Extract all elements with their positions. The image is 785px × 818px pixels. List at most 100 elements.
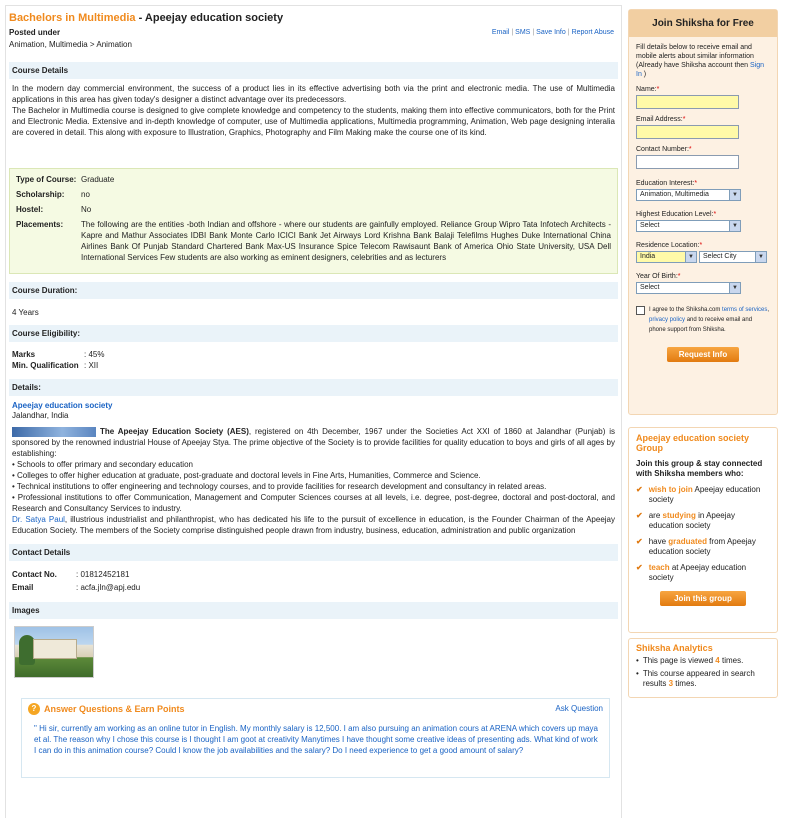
search-appearances-stat: • This course appeared in search results … bbox=[636, 669, 755, 688]
founder-paragraph: Dr. Satya Paul, illustrious industrialis… bbox=[12, 514, 615, 536]
course-title: Bachelors in Multimedia bbox=[9, 12, 136, 24]
posted-under: Posted under Animation, Multimedia > Ani… bbox=[9, 28, 618, 54]
contact-list: Contact No. : 01812452181 Email : acfa.jln… bbox=[9, 561, 618, 594]
request-info-button[interactable]: Request Info bbox=[667, 347, 739, 362]
eligibility-heading: Course Eligibility: bbox=[9, 325, 618, 342]
check-icon: ✔ bbox=[636, 485, 643, 494]
hostel-row: Hostel: No bbox=[16, 204, 611, 215]
save-info-link[interactable]: Save Info bbox=[536, 29, 566, 36]
course-type-value: Graduate bbox=[81, 175, 115, 184]
year-of-birth-label: Year Of Birth:* bbox=[636, 273, 681, 280]
sms-link[interactable]: SMS bbox=[515, 29, 530, 36]
hostel-label: Hostel: bbox=[16, 205, 44, 214]
education-level-select[interactable]: Select ▼ bbox=[636, 220, 741, 232]
join-desc-text: Fill details below to receive email and … bbox=[636, 44, 754, 69]
marks-row: Marks : 45% bbox=[9, 349, 618, 360]
course-type-label: Type of Course: bbox=[16, 175, 77, 184]
group-item: ✔ wish to join Apeejay education society bbox=[636, 485, 761, 504]
group-subtitle: Join this group & stay connected with Sh… bbox=[636, 459, 763, 478]
duration-value: 4 Years bbox=[12, 308, 39, 317]
category-breadcrumb: Animation, Multimedia > Animation bbox=[9, 40, 132, 49]
founder-text: , illustrious industrialist and philanth… bbox=[12, 515, 616, 535]
email-label: Email Address:* bbox=[636, 116, 686, 123]
main-content: Bachelors in Multimedia - Apeejay educat… bbox=[5, 5, 622, 818]
marks-value: : 45% bbox=[84, 350, 105, 359]
page-title: Bachelors in Multimedia - Apeejay educat… bbox=[9, 12, 618, 24]
duration-heading: Course Duration: bbox=[9, 282, 618, 299]
education-level-label: Highest Education Level:* bbox=[636, 211, 717, 218]
eligibility-list: Marks : 45% Min. Qualification : XII bbox=[9, 342, 618, 371]
contact-email-value: : acfa.jln@apj.edu bbox=[76, 583, 141, 592]
course-type-row: Type of Course: Graduate bbox=[16, 174, 611, 185]
city-select[interactable]: Select City ▼ bbox=[699, 251, 767, 263]
course-description-para-2: The Bachelor in Multimedia course is des… bbox=[12, 106, 615, 137]
question-text[interactable]: " Hi sir, currently am working as an onl… bbox=[22, 719, 609, 756]
join-title: Join Shiksha for Free bbox=[629, 10, 777, 37]
chevron-down-icon: ▼ bbox=[685, 252, 696, 262]
join-group-button[interactable]: Join this group bbox=[660, 591, 746, 606]
education-interest-label: Education Interest:* bbox=[636, 180, 698, 187]
scholarship-value: no bbox=[81, 190, 90, 199]
residence-label: Residence Location:* bbox=[636, 242, 703, 249]
marks-label: Marks bbox=[12, 350, 36, 359]
campus-image-thumbnail[interactable] bbox=[14, 626, 94, 678]
course-description-para-1: In the modern day commercial environment… bbox=[12, 84, 615, 104]
education-interest-select[interactable]: Animation, Multimedia ▼ bbox=[636, 189, 741, 201]
about-bullet: • Professional institutions to offer Com… bbox=[12, 493, 615, 513]
placements-label: Placements: bbox=[16, 220, 64, 229]
placements-value: The following are the entities -both Ind… bbox=[81, 220, 611, 262]
qualification-value: : XII bbox=[84, 361, 99, 370]
check-icon: ✔ bbox=[636, 563, 643, 572]
shiksha-analytics-box: Shiksha Analytics • This page is viewed 4… bbox=[628, 638, 778, 698]
course-info-box: Type of Course: Graduate Scholarship: no H… bbox=[9, 168, 618, 274]
privacy-link[interactable]: privacy policy bbox=[649, 317, 685, 323]
contact-heading: Contact Details bbox=[9, 544, 618, 561]
course-details-heading: Course Details bbox=[9, 62, 618, 79]
group-title: Apeejay education society Group bbox=[636, 433, 750, 453]
email-link[interactable]: Email bbox=[492, 29, 510, 36]
terms-link[interactable]: terms of services bbox=[722, 307, 767, 313]
agree-text: I agree to the Shiksha.com bbox=[649, 307, 721, 313]
check-icon: ✔ bbox=[636, 537, 643, 546]
qa-title: Answer Questions & Earn Points bbox=[44, 704, 185, 714]
institute-city: Jalandhar, India bbox=[12, 411, 69, 420]
group-item: ✔ have graduated from Apeejay education s… bbox=[636, 537, 756, 556]
analytics-title: Shiksha Analytics bbox=[636, 643, 713, 653]
year-of-birth-select[interactable]: Select ▼ bbox=[636, 282, 741, 294]
qa-header: ? Answer Questions & Earn Points Ask Que… bbox=[22, 699, 609, 719]
agree-checkbox[interactable] bbox=[636, 306, 645, 315]
course-description: In the modern day commercial environment… bbox=[9, 79, 618, 138]
institute-banner-image bbox=[12, 426, 96, 437]
name-input[interactable] bbox=[636, 95, 739, 109]
join-description: Fill details below to receive email and … bbox=[629, 37, 777, 79]
institute-title: Apeejay education society bbox=[144, 12, 284, 24]
contact-number-input[interactable] bbox=[636, 155, 739, 169]
contact-number-label: Contact No. bbox=[12, 570, 57, 579]
hostel-value: No bbox=[81, 205, 92, 214]
email-input[interactable] bbox=[636, 125, 739, 139]
question-icon: ? bbox=[28, 703, 40, 715]
report-abuse-link[interactable]: Report Abuse bbox=[572, 29, 614, 36]
country-select[interactable]: India ▼ bbox=[636, 251, 697, 263]
founder-link[interactable]: Dr. Satya Paul bbox=[12, 515, 65, 524]
name-label: Name:* bbox=[636, 86, 660, 93]
details-heading: Details: bbox=[9, 379, 618, 396]
placements-row: Placements: The following are the entitie… bbox=[16, 219, 611, 263]
scholarship-row: Scholarship: no bbox=[16, 189, 611, 200]
sidebar: Join Shiksha for Free Fill details below… bbox=[628, 9, 778, 698]
ask-question-link[interactable]: Ask Question bbox=[555, 704, 603, 713]
qualification-label: Min. Qualification bbox=[12, 361, 79, 370]
contact-email-row: Email : acfa.jln@apj.edu bbox=[12, 581, 615, 594]
scholarship-label: Scholarship: bbox=[16, 190, 65, 199]
institute-link[interactable]: Apeejay education society bbox=[12, 401, 112, 410]
about-bullet: • Technical institutions to offer engine… bbox=[12, 482, 547, 491]
contact-email-label: Email bbox=[12, 583, 34, 592]
contact-number-value: : 01812452181 bbox=[76, 570, 130, 579]
page-views-stat: • This page is viewed 4 times. bbox=[636, 656, 744, 665]
about-bullet: • Schools to offer primary and secondary… bbox=[12, 460, 193, 469]
check-icon: ✔ bbox=[636, 511, 643, 520]
terms-agreement: I agree to the Shiksha.com terms of serv… bbox=[629, 305, 777, 335]
join-shiksha-form: Join Shiksha for Free Fill details below… bbox=[628, 9, 778, 415]
institute-group-box: Apeejay education society Group Join thi… bbox=[628, 427, 778, 633]
group-item: ✔ are studying in Apeejay education socie… bbox=[636, 511, 735, 530]
